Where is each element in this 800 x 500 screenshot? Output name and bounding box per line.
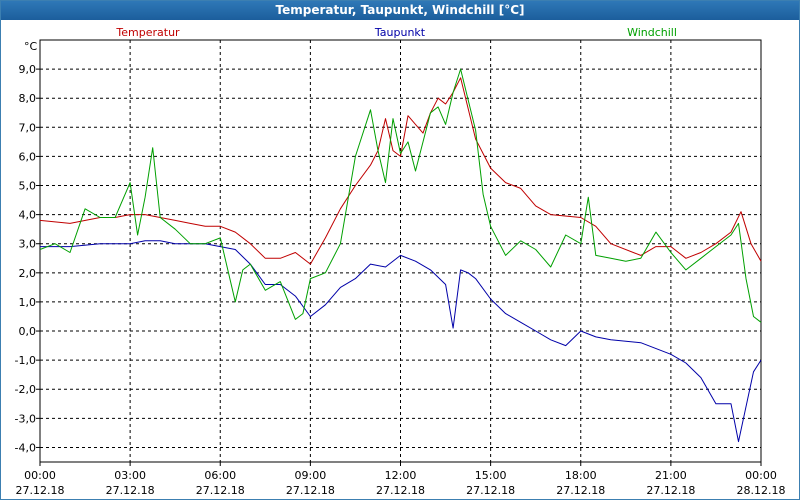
x-tick-date: 27.12.18: [646, 484, 695, 497]
y-tick-label: 7,0: [19, 121, 37, 134]
x-axis: 00:00 27.12.18 03:00 27.12.18 06:00 27.12.18 0…: [16, 462, 786, 497]
y-tick-label: 3,0: [19, 238, 37, 251]
y-tick-label: 5,0: [19, 180, 37, 193]
x-tick-time: 06:00: [204, 469, 236, 482]
x-tick-time: 15:00: [475, 469, 507, 482]
x-tick-date: 27.12.18: [16, 484, 65, 497]
x-tick-date: 27.12.18: [106, 484, 155, 497]
y-tick-label: -1,0: [15, 354, 36, 367]
x-tick-time: 09:00: [295, 469, 327, 482]
x-tick-date: 27.12.18: [466, 484, 515, 497]
legend-windchill: Windchill: [627, 26, 677, 39]
x-tick-date: 27.12.18: [556, 484, 605, 497]
y-tick-label: 9,0: [19, 63, 37, 76]
y-tick-label: 8,0: [19, 92, 37, 105]
y-axis-unit: °C: [24, 40, 38, 53]
y-tick-label: 4,0: [19, 209, 37, 222]
x-tick-time: 12:00: [385, 469, 417, 482]
x-tick-time: 18:00: [565, 469, 597, 482]
y-tick-label: 6,0: [19, 150, 37, 163]
x-tick-time: 21:00: [655, 469, 687, 482]
y-axis: 9,0 8,0 7,0 6,0 5,0 4,0 3,0 2,0 1,0 0,0 -1,0 -2,0 -3…: [15, 63, 40, 454]
line-chart: 9,0 8,0 7,0 6,0 5,0 4,0 3,0 2,0 1,0 0,0 -1,0 -2,0 -3…: [15, 26, 786, 497]
x-tick-time: 00:00: [745, 469, 777, 482]
legend: Temperatur Taupunkt Windchill: [115, 26, 677, 39]
x-tick-date: 27.12.18: [286, 484, 335, 497]
x-tick-date: 27.12.18: [196, 484, 245, 497]
y-tick-label: 0,0: [19, 325, 37, 338]
x-tick-date: 27.12.18: [376, 484, 425, 497]
y-tick-label: -3,0: [15, 412, 36, 425]
x-tick-time: 03:00: [114, 469, 146, 482]
y-tick-label: -2,0: [15, 383, 36, 396]
y-tick-label: -4,0: [15, 441, 36, 454]
x-tick-date: 28.12.18: [737, 484, 786, 497]
y-tick-label: 2,0: [19, 267, 37, 280]
x-tick-time: 00:00: [24, 469, 56, 482]
legend-taupunkt: Taupunkt: [374, 26, 426, 39]
y-tick-label: 1,0: [19, 296, 37, 309]
legend-temperatur: Temperatur: [115, 26, 180, 39]
